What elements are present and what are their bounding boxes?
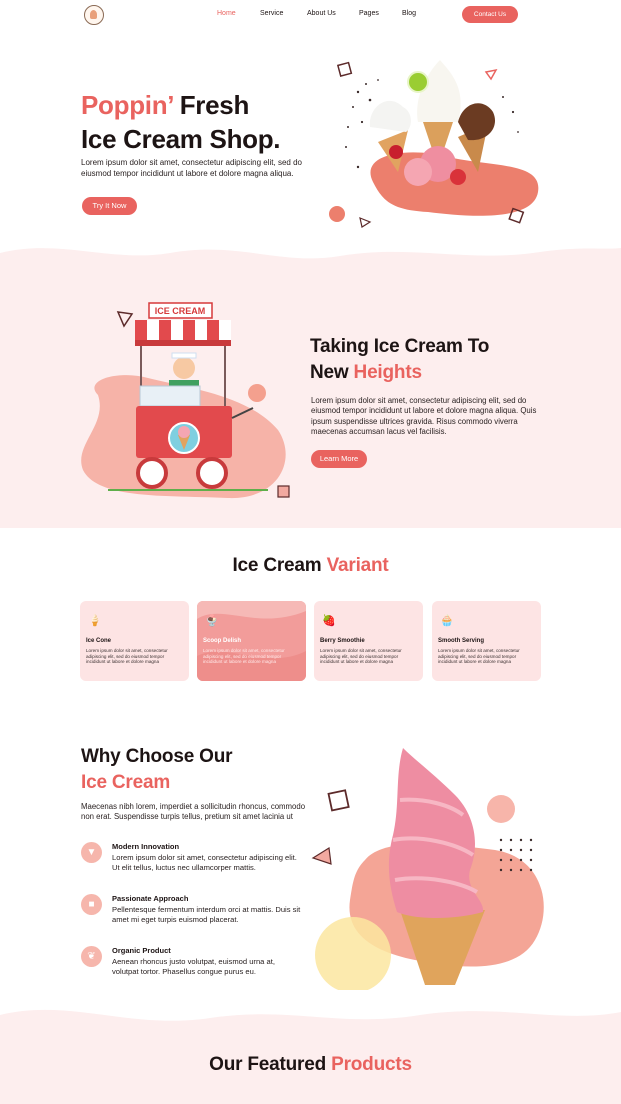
hero-title-rest: Fresh: [172, 90, 250, 120]
hero-ice-cream-illustration: [329, 60, 539, 228]
brand-logo[interactable]: [84, 5, 104, 25]
cart-display-case: [139, 385, 201, 407]
lime-slice: [407, 71, 429, 93]
feature-title: Organic Product: [112, 946, 171, 955]
variant-card-title: Smooth Serving: [438, 638, 485, 644]
why-description: Maecenas nibh lorem, imperdiet a sollici…: [81, 802, 306, 822]
try-it-now-button[interactable]: Try It Now: [82, 197, 137, 215]
cherry: [389, 145, 403, 159]
ice-cream-cart-illustration: ICE CREAM: [81, 302, 290, 499]
variant-card-title: Ice Cone: [86, 638, 112, 644]
cart-wheel-right: [196, 457, 228, 489]
scoop-icon: 🍨: [205, 615, 219, 627]
taking-title-plain: New: [310, 362, 354, 383]
cart-sign-text: ICE CREAM: [155, 306, 206, 316]
hero-decor-circle: [329, 206, 345, 222]
variants-title-plain: Ice Cream: [232, 555, 327, 576]
vendor-hat: [171, 352, 197, 359]
vendor-head: [173, 357, 195, 379]
nav-link-pages[interactable]: Pages: [359, 10, 379, 17]
variant-card-scoop-delish[interactable]: 🍨 Scoop Delish Lorem ipsum dolor sit ame…: [197, 601, 306, 681]
cart-ground-line: [108, 489, 268, 491]
strawberry: [450, 169, 466, 185]
cart-pole-right: [224, 346, 226, 406]
variant-card-title: Scoop Delish: [203, 638, 242, 644]
variant-card-ice-cone[interactable]: 🍦 Ice Cone Lorem ipsum dolor sit amet, c…: [80, 601, 189, 681]
featured-title: Our Featured Products: [0, 1052, 621, 1078]
cart-wheel-left: [136, 457, 168, 489]
hero-title-line2: Ice Cream Shop.: [81, 124, 281, 154]
variants-title: Ice Cream Variant: [0, 553, 621, 579]
leaf-icon: ❦: [81, 946, 102, 967]
variants-title-accent: Variant: [326, 555, 389, 576]
variant-card-text: Lorem ipsum dolor sit amet, consectetur …: [203, 648, 285, 665]
contact-us-button[interactable]: Contact Us: [462, 6, 518, 23]
variant-card-text: Lorem ipsum dolor sit amet, consectetur …: [438, 648, 520, 665]
taking-title-line1: Taking Ice Cream To: [310, 336, 490, 357]
hero-decor-triangle-2: [359, 217, 372, 228]
nav-link-about[interactable]: About Us: [307, 10, 336, 17]
soft-serve-left: [369, 100, 411, 132]
feature-text: Aenean rhoncus justo volutpat, euismod u…: [112, 957, 275, 976]
taking-description: Lorem ipsum dolor sit amet, consectetur …: [311, 396, 537, 436]
why-decor-square: [327, 789, 350, 812]
smoothie-icon: 🍓: [322, 615, 336, 627]
variant-card-text: Lorem ipsum dolor sit amet, consectetur …: [86, 648, 168, 665]
cart-decor-circle: [248, 384, 266, 402]
nav-link-home[interactable]: Home: [217, 10, 236, 17]
nav-link-service[interactable]: Service: [260, 10, 283, 17]
hero-title: Poppin’ Fresh Ice Cream Shop.: [81, 88, 281, 156]
feature-text: Pellentesque fermentum interdum orci at …: [112, 905, 301, 924]
cart-decor-triangle: [116, 311, 134, 328]
taking-title: Taking Ice Cream To New Heights: [310, 334, 489, 386]
why-decor-triangle: [311, 846, 332, 865]
hero-description: Lorem ipsum dolor sit amet, consectetur …: [81, 158, 302, 178]
variant-card-title: Berry Smoothie: [320, 638, 365, 644]
feature-title: Modern Innovation: [112, 842, 180, 851]
hero-decor-square-1: [336, 61, 353, 78]
scoop-pink-2: [404, 158, 432, 186]
variant-card-berry-smoothie[interactable]: 🍓 Berry Smoothie Lorem ipsum dolor sit a…: [314, 601, 423, 681]
soft-serve-illustration: [311, 748, 544, 990]
top-navbar: Home Service About Us Pages Blog Contact…: [0, 0, 621, 30]
taking-title-accent: Heights: [353, 362, 422, 383]
ice-cone-icon: 🍦: [88, 615, 102, 627]
feature-title: Passionate Approach: [112, 894, 189, 903]
why-decor-circle: [487, 795, 515, 823]
featured-title-plain: Our Featured: [209, 1054, 332, 1075]
why-title-line1: Why Choose Our: [81, 746, 233, 767]
why-title: Why Choose Our Ice Cream: [81, 744, 233, 796]
hero-decor-triangle: [484, 68, 498, 81]
feature-text: Lorem ipsum dolor sit amet, consectetur …: [112, 853, 297, 872]
cone-icon: ▼: [81, 842, 102, 863]
learn-more-button[interactable]: Learn More: [311, 450, 367, 468]
nav-link-blog[interactable]: Blog: [402, 10, 416, 17]
cart-emblem-scoop: [178, 426, 190, 438]
variant-card-smooth-serving[interactable]: 🧁 Smooth Serving Lorem ipsum dolor sit a…: [432, 601, 541, 681]
cart-awning: [135, 320, 231, 346]
graduation-cap-icon: ■: [81, 894, 102, 915]
why-title-accent: Ice Cream: [81, 772, 171, 793]
why-soft-serve: [388, 748, 484, 918]
cupcake-icon: 🧁: [440, 615, 454, 627]
cart-decor-square: [277, 485, 290, 498]
hero-title-accent: Poppin’: [81, 90, 173, 120]
variant-card-text: Lorem ipsum dolor sit amet, consectetur …: [320, 648, 402, 665]
why-stripe-circle: [315, 917, 391, 990]
featured-title-accent: Products: [331, 1054, 412, 1075]
